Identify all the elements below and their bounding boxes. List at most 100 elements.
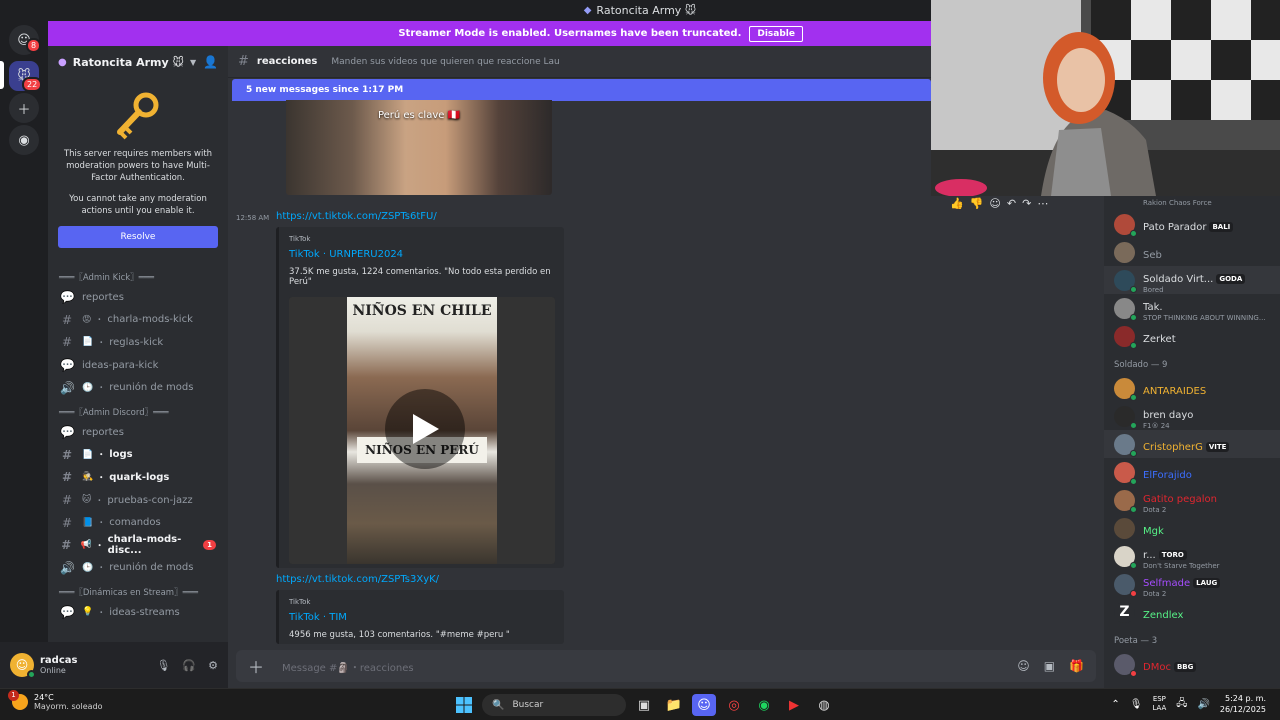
member-item[interactable]: ElForajido	[1104, 458, 1280, 486]
chevron-down-icon: ▼	[189, 57, 197, 67]
play-button[interactable]	[385, 389, 465, 469]
member-item[interactable]: Z Zendlex	[1104, 598, 1280, 626]
member-item[interactable]: CristopherG VITE	[1104, 430, 1280, 458]
channel-charla-mods-kick[interactable]: # 😡 ・ charla-mods-kick	[48, 309, 228, 332]
member-item[interactable]: Seb	[1104, 238, 1280, 266]
channel-reportes-discord[interactable]: 💬 reportes	[48, 421, 228, 444]
discord-logo-icon: ◆	[583, 5, 592, 16]
member-item[interactable]: Pato Parador BALI	[1104, 210, 1280, 238]
mention-badge: 1	[203, 540, 216, 551]
headphones-icon[interactable]: 🎧	[182, 659, 196, 672]
channel-sidebar: ● Ratoncita Army 🐭 ▼ 👤 This server requi…	[48, 46, 228, 642]
channel-charla-mods-discord[interactable]: # 📢 ・ charla-mods-disc... 1	[48, 534, 228, 557]
member-item[interactable]: r... TORO Don't Starve Together	[1104, 542, 1280, 570]
task-view-icon[interactable]: ▣	[632, 694, 656, 716]
channel-reunion-mods-discord[interactable]: 🔊 🕒 ・ reunión de mods	[48, 557, 228, 580]
channel-reportes-kick[interactable]: 💬 reportes	[48, 286, 228, 309]
message-actions-bar: 👍 👎 ☺ ↶ ↷ ⋯	[944, 194, 1054, 212]
chrome-icon[interactable]: ◎	[722, 694, 746, 716]
member-item[interactable]: Mgk	[1104, 514, 1280, 542]
language-indicator[interactable]: ESP LAA	[1152, 695, 1166, 713]
invite-people-icon[interactable]: 👤	[203, 55, 218, 69]
network-icon[interactable]: 🖧	[1176, 696, 1187, 713]
user-avatar[interactable]: ☺	[10, 653, 36, 679]
volume-icon[interactable]: 🔊	[1197, 699, 1209, 710]
embed-title[interactable]: TikTok · URNPERU2024	[289, 249, 554, 260]
reply-icon[interactable]: ↶	[1007, 197, 1016, 210]
gift-icon[interactable]: 🎁	[1069, 659, 1084, 673]
discover-button[interactable]: ◉	[9, 125, 39, 155]
microphone-tray-icon[interactable]: 🎙	[1130, 699, 1143, 710]
embed-video[interactable]: NIÑOS EN CHILE NIÑOS EN PERÚ	[289, 297, 555, 564]
member-activity: Rakion Chaos Force	[1143, 199, 1212, 207]
channel-ideas-streams[interactable]: 💬 💡 ・ ideas-streams	[48, 601, 228, 624]
guild-tag: VITE	[1205, 441, 1230, 452]
channel-topic[interactable]: Manden sus videos que quieren que reacci…	[331, 57, 559, 67]
more-icon[interactable]: ⋯	[1037, 197, 1048, 210]
member-item[interactable]: Zerket	[1104, 322, 1280, 350]
member-item[interactable]: bren dayo F1® 24	[1104, 402, 1280, 430]
message-input[interactable]: Message #🗿・reacciones	[282, 659, 414, 674]
role-header-soldado: Soldado — 9	[1114, 360, 1168, 370]
channel-label: logs	[109, 449, 133, 461]
member-item[interactable]: Soldado Virt... GODA Bored	[1104, 266, 1280, 294]
resolve-button[interactable]: Resolve	[58, 226, 218, 248]
megaphone-icon: 📢	[80, 540, 92, 551]
channel-reglas-kick[interactable]: # 📄 ・ reglas-kick	[48, 331, 228, 354]
add-reaction-icon[interactable]: ☺	[989, 197, 1000, 210]
guild-header[interactable]: ● Ratoncita Army 🐭 ▼ 👤	[48, 46, 228, 78]
cat-icon: 🐱	[82, 495, 92, 506]
member-activity: STOP THINKING ABOUT WINNING...	[1143, 313, 1266, 322]
thumbs-down-icon[interactable]: 👎	[970, 197, 984, 210]
channel-logs[interactable]: # 📄 ・ logs	[48, 444, 228, 467]
member-item[interactable]: DMoc BBG	[1104, 650, 1280, 678]
chevron-up-icon[interactable]: ⌃	[1111, 699, 1119, 710]
message-timestamp: 12:58 AM	[236, 214, 270, 222]
hash-icon: #	[61, 538, 72, 553]
settings-gear-icon[interactable]: ⚙	[208, 659, 218, 672]
file-explorer-icon[interactable]: 📁	[662, 694, 686, 716]
channel-reunion-mods-kick[interactable]: 🔊 🕒 ・ reunión de mods	[48, 376, 228, 399]
member-item[interactable]: Tak. STOP THINKING ABOUT WINNING...	[1104, 294, 1280, 322]
obs-icon[interactable]: ◍	[812, 694, 836, 716]
spotify-icon[interactable]: ◉	[752, 694, 776, 716]
category-admin-discord[interactable]: ═══〖Admin Discord〗═══	[48, 403, 228, 421]
channel-ideas-para-kick[interactable]: 💬 ideas-para-kick	[48, 354, 228, 377]
channel-label: reunión de mods	[109, 562, 194, 574]
member-name: Zerket	[1143, 333, 1176, 345]
member-partial[interactable]: Rakion Chaos Force	[1104, 196, 1280, 210]
message-link[interactable]: https://vt.tiktok.com/ZSPTs6tFU/	[276, 211, 437, 222]
channel-pruebas-con-jazz[interactable]: # 🐱 ・ pruebas-con-jazz	[48, 489, 228, 512]
taskbar-search[interactable]: 🔍 Buscar	[482, 694, 626, 716]
forward-icon[interactable]: ↷	[1022, 197, 1031, 210]
member-item[interactable]: ANTARAIDES	[1104, 374, 1280, 402]
member-item[interactable]: Selfmade LAUG Dota 2	[1104, 570, 1280, 598]
microphone-icon[interactable]: 🎙	[156, 659, 170, 672]
role-header-poeta: Poeta — 3	[1114, 636, 1158, 646]
discord-taskbar-icon[interactable]: ☺	[692, 694, 716, 716]
clock-time: 5:24 p. m.	[1224, 694, 1266, 703]
gif-icon[interactable]: ▣	[1044, 659, 1055, 673]
start-button[interactable]	[452, 694, 476, 716]
embed-title[interactable]: TikTok · TIM	[289, 612, 554, 623]
disable-streamer-mode-button[interactable]: Disable	[749, 25, 803, 42]
channel-quark-logs[interactable]: # 🕵 ・ quark-logs	[48, 466, 228, 489]
add-attachment-icon[interactable]: ＋	[248, 654, 268, 678]
new-messages-bar[interactable]: 5 new messages since 1:17 PM	[232, 79, 931, 101]
member-item[interactable]: Gatito pegalon Dota 2	[1104, 486, 1280, 514]
category-dinamicas-en-stream[interactable]: ═══〖Dinámicas en Stream〗═══	[48, 583, 228, 601]
user-info[interactable]: radcas Online	[40, 655, 77, 675]
member-name: Soldado Virt...	[1143, 273, 1214, 285]
previous-video-thumbnail[interactable]: Perú es clave 🇵🇪	[286, 100, 552, 195]
weather-description: Mayorm. soleado	[34, 702, 103, 711]
add-server-button[interactable]: ＋	[9, 93, 39, 123]
channel-label: charla-mods-disc...	[107, 534, 182, 557]
channel-comandos[interactable]: # 📘 ・ comandos	[48, 511, 228, 534]
media-player-icon[interactable]: ▶	[782, 694, 806, 716]
message-link[interactable]: https://vt.tiktok.com/ZSPTs3XyK/	[276, 574, 439, 585]
clock[interactable]: 5:24 p. m. 26/12/2025	[1220, 693, 1266, 715]
thumbs-up-icon[interactable]: 👍	[950, 197, 964, 210]
weather-widget[interactable]: 1 24°C Mayorm. soleado	[8, 690, 103, 711]
emoji-icon[interactable]: ☺	[1017, 659, 1030, 673]
category-admin-kick[interactable]: ═══〖Admin Kick〗═══	[48, 268, 228, 286]
